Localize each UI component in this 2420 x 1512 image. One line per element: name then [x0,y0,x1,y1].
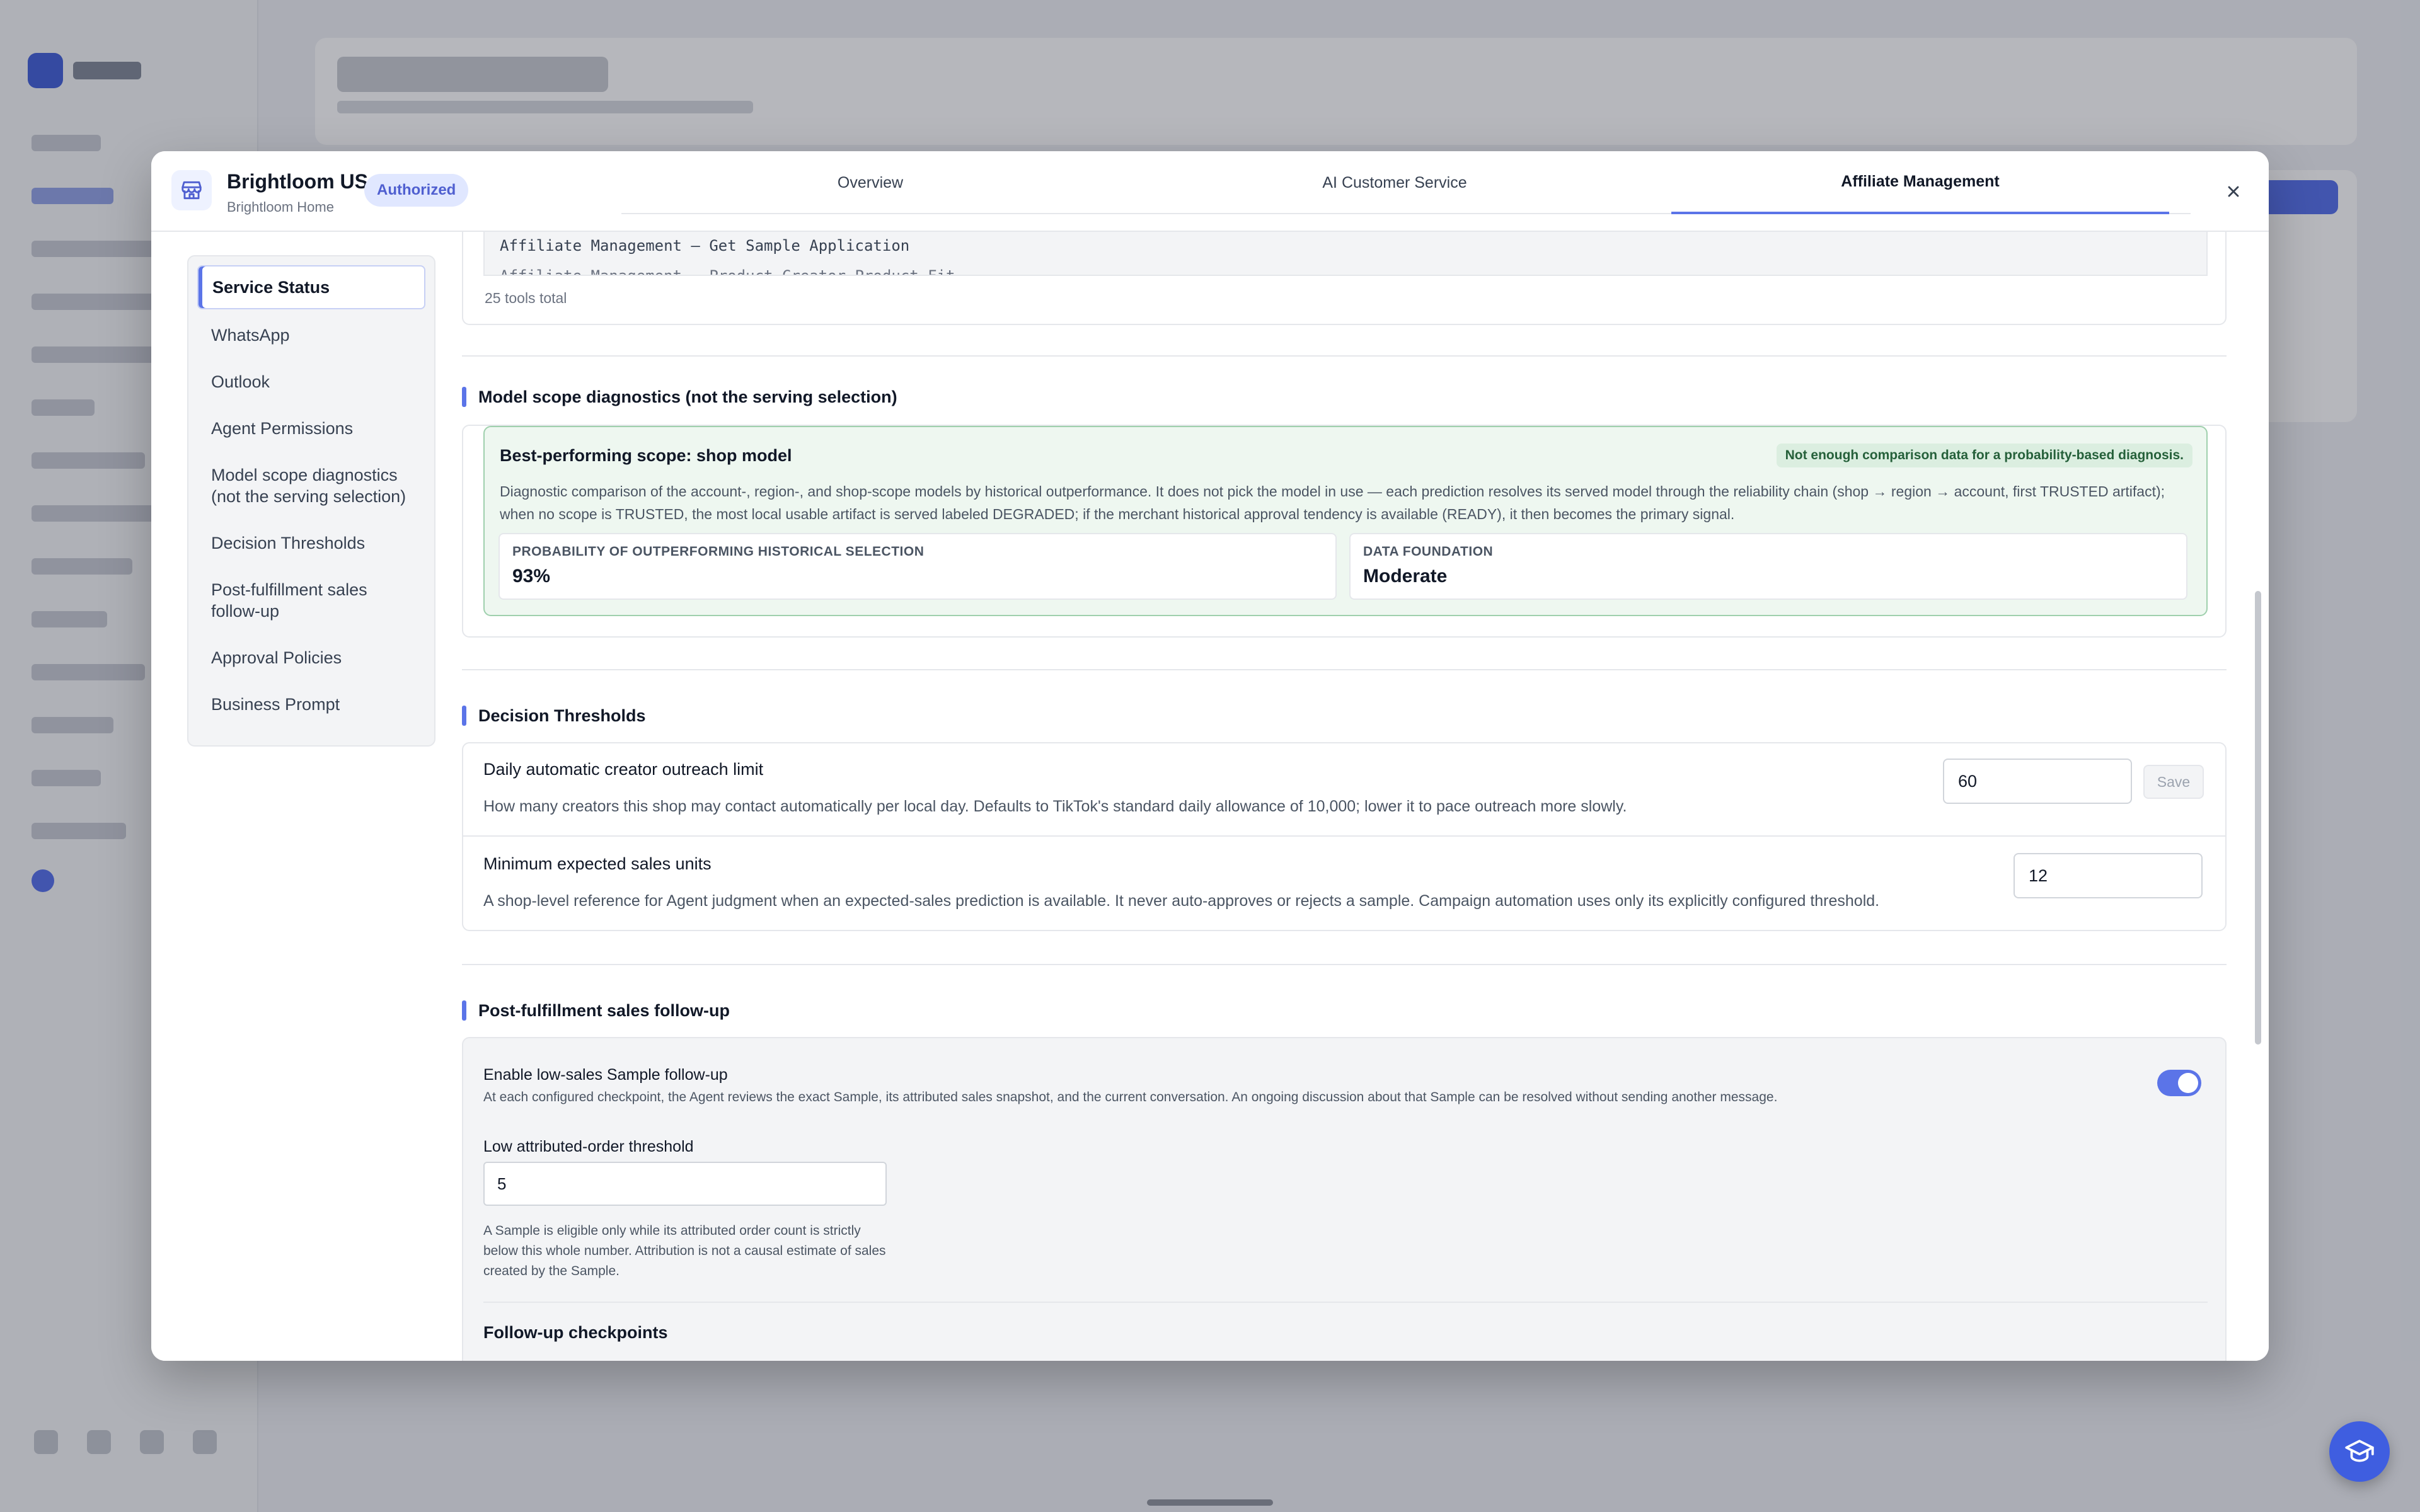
tab-ai-customer-service[interactable]: AI Customer Service [1146,151,1644,214]
metric-value: 93% [512,566,551,587]
sidebar-item-decision-thresholds[interactable]: Decision Thresholds [197,522,425,564]
sidebar-item-approval-policies[interactable]: Approval Policies [197,637,425,679]
tool-row: Affiliate Management — Get Sample Applic… [500,237,910,255]
save-button[interactable]: Save [2143,765,2204,799]
followup-divider [483,1302,2208,1303]
metric-label: DATA FOUNDATION [1363,544,1494,559]
threshold-title: Minimum expected sales units [483,854,712,873]
threshold-field-label: Low attributed-order threshold [483,1138,694,1155]
diagnostics-card: Best-performing scope: shop model Not en… [483,426,2208,616]
shop-name: Brightloom US [227,170,368,193]
shop-settings-modal: Brightloom US Brightloom Home Authorized… [151,151,2269,1361]
low-order-threshold-input[interactable]: 5 [483,1162,887,1206]
threshold-row-min-sales: Minimum expected sales units A shop-leve… [463,838,2225,931]
sidebar-item-business-prompt[interactable]: Business Prompt [197,684,425,725]
status-badge: Authorized [364,174,469,207]
tools-total-count: 25 tools total [485,290,567,306]
threshold-description: A shop-level reference for Agent judgmen… [483,892,1880,910]
settings-content: Affiliate Management — Get Sample Applic… [462,232,2227,1361]
thresholds-panel: Daily automatic creator outreach limit H… [462,742,2227,931]
sidebar-item-service-status[interactable]: Service Status [197,265,425,309]
sidebar-item-outlook[interactable]: Outlook [197,361,425,403]
section-divider [462,355,2227,357]
diagnostics-section-title: Model scope diagnostics (not the serving… [462,387,897,407]
scrollbar-thumb[interactable] [2255,591,2261,1045]
min-sales-input[interactable]: 12 [2014,853,2203,898]
sidebar-item-whatsapp[interactable]: WhatsApp [197,314,425,356]
thresholds-section-title: Decision Thresholds [462,706,646,726]
settings-side-nav: Service Status WhatsApp Outlook Agent Pe… [187,255,435,747]
modal-header: Brightloom US Brightloom Home Authorized… [151,151,2269,232]
section-divider [462,964,2227,965]
threshold-description: How many creators this shop may contact … [483,798,1627,815]
shop-subtitle: Brightloom Home [227,199,334,215]
sidebar-item-model-scope-diagnostics[interactable]: Model scope diagnostics (not the serving… [197,454,425,517]
metric-data-foundation: DATA FOUNDATION Moderate [1349,533,2187,600]
sidebar-item-agent-permissions[interactable]: Agent Permissions [197,408,425,449]
diagnostics-panel: Best-performing scope: shop model Not en… [462,425,2227,638]
tool-row: Affiliate Management — Product Creator P… [500,267,955,276]
tab-overview[interactable]: Overview [621,151,1119,214]
modal-tabs: Overview AI Customer Service Affiliate M… [621,151,2191,214]
diagnostics-status-badge: Not enough comparison data for a probabi… [1776,444,2192,467]
followup-toggle-title: Enable low-sales Sample follow-up [483,1066,728,1084]
toggle-knob [2178,1073,2198,1093]
threshold-row-outreach-limit: Daily automatic creator outreach limit H… [463,743,2225,837]
help-button[interactable] [2329,1421,2390,1482]
threshold-title: Daily automatic creator outreach limit [483,760,764,779]
section-divider [462,669,2227,670]
followup-toggle[interactable] [2157,1070,2201,1096]
tools-list[interactable]: Affiliate Management — Get Sample Applic… [483,232,2208,276]
tools-card: Affiliate Management — Get Sample Applic… [462,232,2227,325]
tab-affiliate-management[interactable]: Affiliate Management [1671,151,2169,214]
diagnostics-card-title: Best-performing scope: shop model [500,446,792,465]
sidebar-item-post-fulfillment[interactable]: Post-fulfillment sales follow-up [197,569,425,632]
followup-panel: Enable low-sales Sample follow-up At eac… [462,1037,2227,1361]
close-button[interactable] [2218,176,2249,207]
outreach-limit-input[interactable]: 60 [1943,759,2132,804]
diagnostics-description: Diagnostic comparison of the account-, r… [500,483,2165,522]
graduation-cap-icon [2345,1440,2374,1462]
threshold-help-text: A Sample is eligible only while its attr… [483,1223,886,1278]
content-scrollbar[interactable] [2254,232,2262,1361]
close-icon [2228,186,2239,197]
followup-toggle-description: At each configured checkpoint, the Agent… [483,1090,1778,1104]
modal-body: Service Status WhatsApp Outlook Agent Pe… [151,232,2269,1361]
store-icon [171,170,212,210]
metric-probability: PROBABILITY OF OUTPERFORMING HISTORICAL … [498,533,1337,600]
metric-label: PROBABILITY OF OUTPERFORMING HISTORICAL … [512,544,925,559]
metric-value: Moderate [1363,566,1448,587]
followup-section-title: Post-fulfillment sales follow-up [462,1000,730,1021]
followup-checkpoints-title: Follow-up checkpoints [483,1323,668,1342]
